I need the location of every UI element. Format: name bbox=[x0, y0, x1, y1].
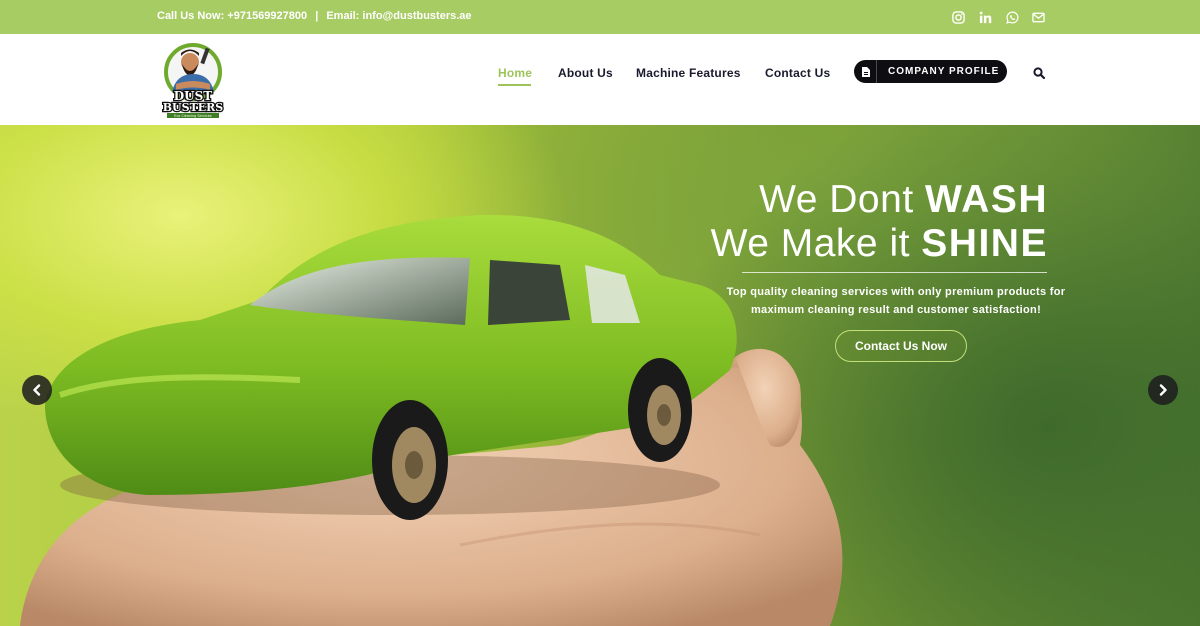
nav-active-indicator bbox=[498, 84, 531, 86]
nav-about-us[interactable]: About Us bbox=[558, 66, 613, 80]
search-icon[interactable] bbox=[1033, 66, 1046, 80]
nav-home[interactable]: Home bbox=[498, 66, 532, 80]
linkedin-icon[interactable] bbox=[978, 10, 993, 25]
logo[interactable]: DUST BUSTERS Eco Cleaning Services bbox=[156, 40, 230, 118]
nav-machine-features[interactable]: Machine Features bbox=[636, 66, 741, 80]
headline-line1-bold: WASH bbox=[925, 178, 1048, 221]
hero-divider bbox=[742, 272, 1047, 273]
pdf-file-icon bbox=[855, 60, 877, 83]
chevron-left-icon bbox=[33, 384, 41, 396]
contact-us-now-button[interactable]: Contact Us Now bbox=[835, 330, 967, 362]
slider-next-button[interactable] bbox=[1148, 375, 1178, 405]
whatsapp-icon[interactable] bbox=[1005, 10, 1020, 25]
hero-tagline: Top quality cleaning services with only … bbox=[726, 286, 1066, 316]
hero-headline-line1: We Dont WASH bbox=[448, 178, 1048, 222]
hero-slider: We Dont WASH We Make it SHINE Top qualit… bbox=[0, 125, 1200, 626]
headline-line2-bold: SHINE bbox=[921, 222, 1048, 265]
mail-icon[interactable] bbox=[1031, 10, 1046, 25]
logo-busters-text: BUSTERS bbox=[163, 101, 224, 114]
instagram-icon[interactable] bbox=[951, 10, 966, 25]
phone-link[interactable]: Call Us Now: +971569927800 bbox=[157, 10, 307, 22]
headline-line1-light: We Dont bbox=[759, 178, 925, 221]
contact-separator: | bbox=[315, 10, 319, 22]
company-profile-button[interactable]: COMPANY PROFILE bbox=[854, 60, 1007, 83]
hero-headline-line2: We Make it SHINE bbox=[448, 222, 1048, 266]
chevron-right-icon bbox=[1159, 384, 1167, 396]
logo-tagline: Eco Cleaning Services bbox=[174, 114, 212, 118]
headline-line2-light: We Make it bbox=[710, 222, 922, 265]
company-profile-label: COMPANY PROFILE bbox=[888, 66, 1000, 77]
slider-prev-button[interactable] bbox=[22, 375, 52, 405]
contact-info: Call Us Now: +971569927800 | Email: info… bbox=[157, 10, 472, 22]
nav-contact-us[interactable]: Contact Us bbox=[765, 66, 830, 80]
email-link[interactable]: Email: info@dustbusters.ae bbox=[326, 10, 471, 22]
top-bar: Call Us Now: +971569927800 | Email: info… bbox=[0, 0, 1200, 34]
site-header: DUST BUSTERS Eco Cleaning Services Home … bbox=[0, 34, 1200, 125]
